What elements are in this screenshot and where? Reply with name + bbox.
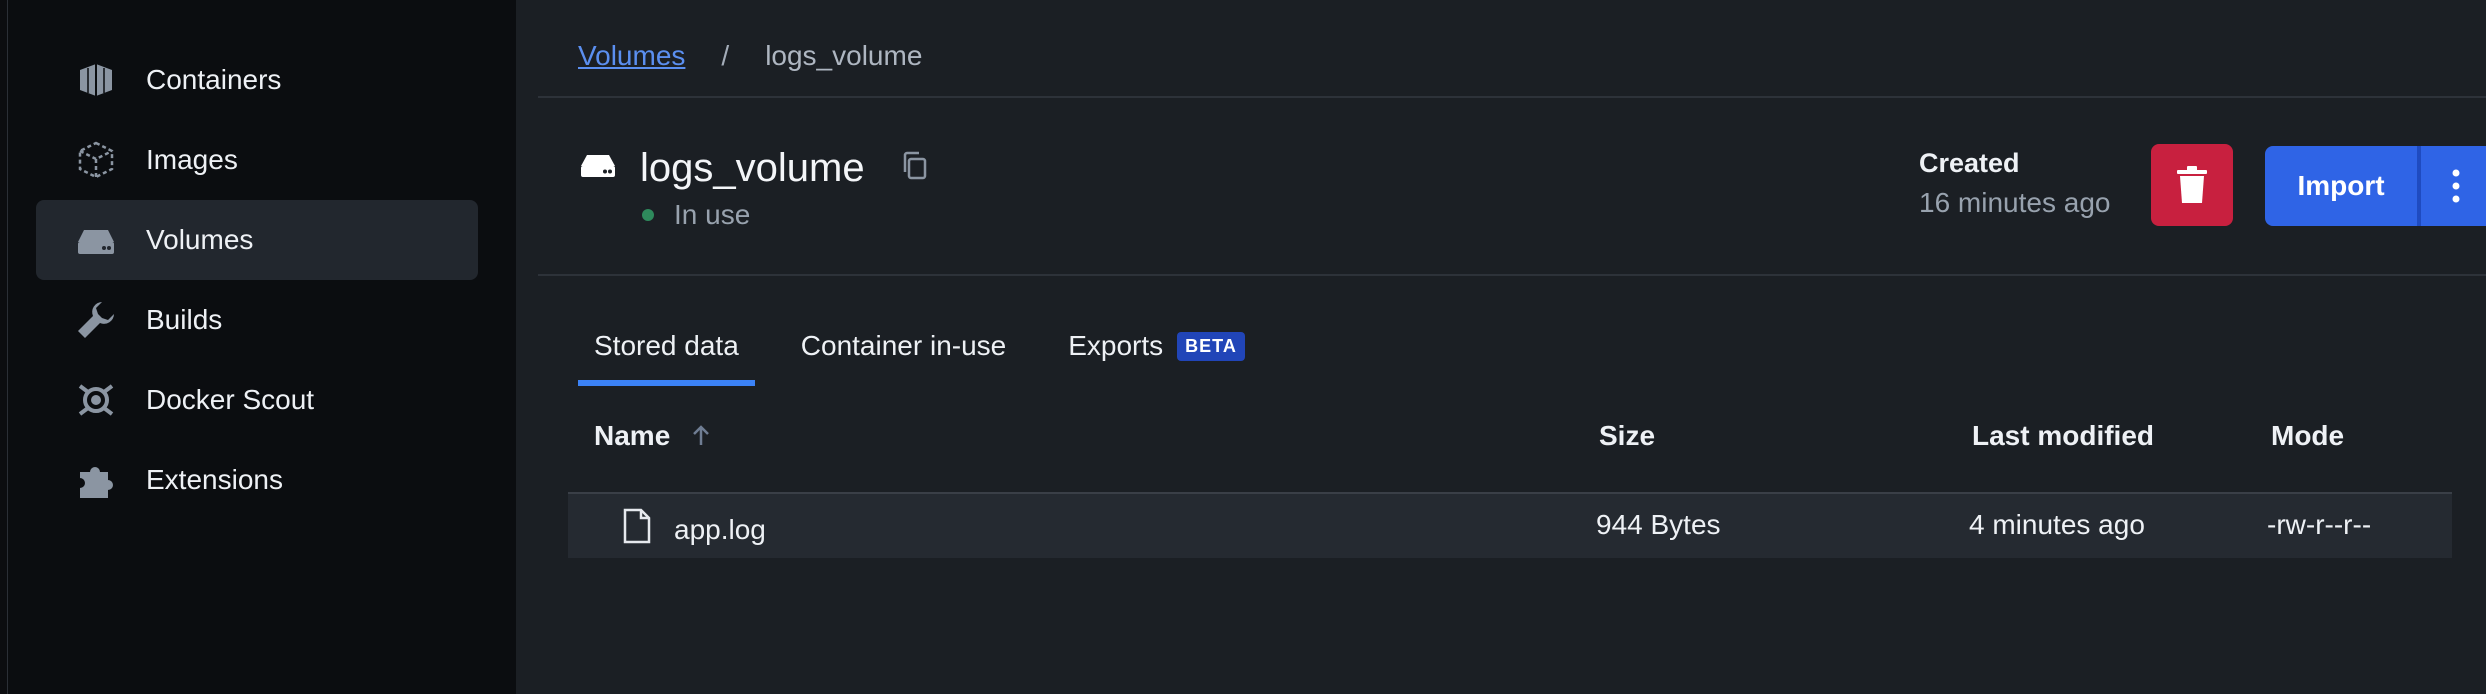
column-header-name[interactable]: Name xyxy=(594,420,714,452)
wrench-icon xyxy=(72,296,120,344)
sidebar-item-label: Volumes xyxy=(146,224,254,255)
volume-icon xyxy=(578,146,618,191)
sidebar-item-label: Docker Scout xyxy=(146,384,315,415)
file-modified: 4 minutes ago xyxy=(1969,509,2145,540)
sidebar: Containers Images Volumes Builds Docker … xyxy=(8,0,516,694)
breadcrumb-volumes-link[interactable]: Volumes xyxy=(578,40,685,72)
left-gutter xyxy=(0,0,8,694)
copy-icon[interactable] xyxy=(899,150,931,187)
sidebar-item-containers[interactable]: Containers xyxy=(36,40,478,120)
sidebar-item-images[interactable]: Images xyxy=(36,120,478,200)
column-header-mode[interactable]: Mode xyxy=(2271,420,2344,452)
tab-stored-data[interactable]: Stored data xyxy=(578,330,755,386)
sidebar-item-label: Extensions xyxy=(146,464,283,495)
tab-label: Container in-use xyxy=(800,330,1007,361)
file-size: 944 Bytes xyxy=(1596,509,1721,540)
page-title: logs_volume xyxy=(640,146,865,190)
file-name-cell: app.log xyxy=(622,508,766,551)
header-divider xyxy=(538,96,2486,98)
tab-container-in-use[interactable]: Container in-use xyxy=(785,330,1022,386)
column-header-label: Mode xyxy=(2271,420,2345,451)
column-header-label: Size xyxy=(1599,420,1656,451)
images-icon xyxy=(72,136,120,184)
section-divider xyxy=(538,274,2486,276)
import-button[interactable]: Import xyxy=(2265,146,2417,226)
breadcrumb: Volumes / logs_volume xyxy=(578,40,922,72)
created-value: 16 minutes ago xyxy=(1919,187,2111,218)
status-dot xyxy=(642,209,654,221)
containers-icon xyxy=(72,56,120,104)
scout-icon xyxy=(72,376,120,424)
kebab-menu-icon xyxy=(2452,169,2460,203)
delete-button[interactable] xyxy=(2151,144,2233,226)
file-icon xyxy=(622,508,652,551)
volumes-icon xyxy=(72,216,120,264)
sidebar-item-label: Builds xyxy=(146,304,223,335)
sort-ascending-icon xyxy=(693,425,710,445)
tab-bar: Stored data Container in-use Exports BET… xyxy=(578,330,1291,386)
volume-header: logs_volume In use xyxy=(578,146,931,231)
trash-icon xyxy=(2177,166,2207,203)
status-indicator: In use xyxy=(642,199,931,231)
main-content: Volumes / logs_volume logs_volume In use… xyxy=(516,0,2486,694)
column-header-label: Name xyxy=(594,420,671,451)
puzzle-icon xyxy=(72,456,120,504)
created-label: Created xyxy=(1919,148,2020,178)
sidebar-item-volumes[interactable]: Volumes xyxy=(36,200,478,280)
stored-data-table: Name Size Last modified Mode app.log 944… xyxy=(568,410,2452,558)
sidebar-item-label: Images xyxy=(146,144,238,175)
sidebar-item-builds[interactable]: Builds xyxy=(36,280,478,360)
sidebar-item-extensions[interactable]: Extensions xyxy=(36,440,478,520)
beta-badge: BETA xyxy=(1177,331,1245,361)
column-header-last-modified[interactable]: Last modified xyxy=(1972,420,2154,452)
docker-desktop-window: Containers Images Volumes Builds Docker … xyxy=(0,0,2486,694)
status-text: In use xyxy=(674,199,751,230)
table-row[interactable]: app.log 944 Bytes 4 minutes ago -rw-r--r… xyxy=(568,494,2452,558)
created-info: Created 16 minutes ago xyxy=(1919,148,2110,219)
tab-label: Stored data xyxy=(594,330,739,361)
file-mode: -rw-r--r-- xyxy=(2267,509,2372,540)
tab-label: Exports xyxy=(1068,330,1164,361)
file-name: app.log xyxy=(674,513,766,545)
table-header: Name Size Last modified Mode xyxy=(568,410,2452,494)
column-header-label: Last modified xyxy=(1972,420,2155,451)
sidebar-item-label: Containers xyxy=(146,64,282,95)
column-header-size[interactable]: Size xyxy=(1599,420,1655,452)
breadcrumb-separator: / xyxy=(721,40,730,71)
more-options-button[interactable] xyxy=(2421,146,2486,226)
sidebar-item-docker-scout[interactable]: Docker Scout xyxy=(36,360,478,440)
tab-exports[interactable]: Exports BETA xyxy=(1052,330,1261,386)
breadcrumb-current: logs_volume xyxy=(765,40,923,71)
